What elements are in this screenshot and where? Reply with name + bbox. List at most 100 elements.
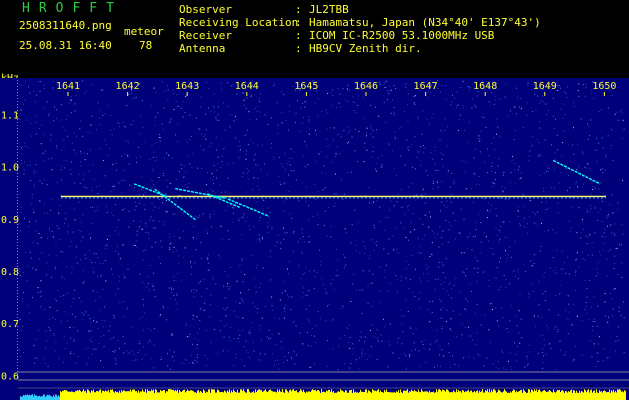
- noise-dot: [200, 106, 202, 108]
- noise-dot: [147, 342, 149, 344]
- level-bar: [352, 392, 353, 400]
- axis-dot: [17, 284, 18, 285]
- noise-dot: [313, 363, 315, 365]
- noise-dot: [508, 331, 510, 333]
- noise-dot: [544, 300, 546, 302]
- noise-dot: [65, 218, 67, 220]
- level-bar: [156, 389, 157, 400]
- noise-dot: [230, 114, 231, 116]
- noise-dot: [136, 246, 138, 248]
- noise-dot: [581, 151, 583, 153]
- level-bar: [125, 391, 126, 400]
- noise-dot: [349, 367, 351, 369]
- noise-dot: [168, 287, 170, 289]
- noise-dot: [294, 363, 296, 365]
- noise-dot: [144, 249, 146, 251]
- noise-dot: [84, 159, 86, 161]
- noise-dot: [347, 84, 349, 86]
- level-bar: [198, 390, 199, 400]
- noise-dot: [598, 261, 599, 263]
- noise-dot: [273, 158, 275, 160]
- level-bar: [435, 392, 436, 400]
- noise-dot: [496, 118, 498, 120]
- noise-dot: [451, 172, 453, 174]
- noise-dot: [127, 141, 129, 143]
- level-bar: [254, 392, 255, 400]
- level-bar: [121, 390, 122, 400]
- level-bar: [613, 389, 614, 400]
- noise-dot: [82, 135, 84, 137]
- noise-dot: [402, 331, 404, 333]
- level-bar: [588, 389, 589, 400]
- level-bar: [177, 389, 178, 400]
- level-bar: [257, 390, 258, 400]
- axis-dot: [17, 158, 18, 159]
- noise-dot: [254, 153, 256, 155]
- level-bar: [607, 392, 608, 400]
- noise-dot: [220, 82, 222, 84]
- noise-dot: [70, 337, 72, 339]
- noise-dot: [21, 163, 23, 164]
- level-bar: [124, 390, 125, 400]
- noise-dot: [104, 306, 106, 308]
- noise-dot: [232, 207, 234, 209]
- noise-dot: [610, 293, 612, 294]
- noise-dot: [348, 324, 350, 326]
- level-bar: [319, 391, 320, 400]
- level-bar: [104, 391, 105, 400]
- noise-dot: [540, 245, 542, 247]
- noise-dot: [455, 277, 457, 279]
- noise-dot: [441, 328, 443, 330]
- noise-dot: [405, 299, 407, 301]
- noise-dot: [344, 256, 346, 258]
- noise-dot: [448, 283, 450, 285]
- level-bar: [431, 392, 432, 400]
- noise-dot: [182, 116, 184, 118]
- noise-dot: [604, 242, 606, 244]
- level-bar: [301, 390, 302, 400]
- noise-dot: [465, 309, 467, 311]
- noise-dot: [33, 172, 35, 174]
- noise-dot: [439, 138, 441, 140]
- level-bar: [444, 390, 445, 400]
- level-bar: [86, 392, 87, 400]
- noise-dot: [114, 230, 116, 232]
- noise-dot: [450, 104, 452, 106]
- noise-dot: [189, 333, 191, 335]
- noise-dot: [290, 308, 292, 310]
- level-bar: [54, 396, 55, 400]
- noise-dot: [235, 315, 237, 317]
- noise-dot: [273, 156, 275, 158]
- noise-dot: [333, 127, 335, 129]
- noise-dot: [33, 170, 35, 172]
- level-bar: [600, 391, 601, 400]
- noise-dot: [158, 137, 160, 138]
- noise-dot: [64, 222, 66, 224]
- noise-dot: [454, 219, 456, 221]
- axis-dot: [17, 296, 18, 297]
- noise-dot: [37, 243, 39, 245]
- level-bar: [138, 390, 139, 400]
- noise-dot: [552, 229, 554, 231]
- level-bar: [268, 390, 269, 400]
- noise-dot: [429, 256, 431, 258]
- noise-dot: [268, 225, 270, 227]
- noise-dot: [143, 346, 144, 348]
- noise-dot: [562, 117, 564, 119]
- noise-dot: [142, 316, 144, 318]
- noise-dot: [20, 147, 22, 148]
- level-bar: [497, 391, 498, 400]
- noise-dot: [87, 357, 89, 359]
- noise-dot: [455, 238, 457, 240]
- noise-dot: [218, 202, 220, 204]
- noise-dot: [559, 284, 561, 286]
- noise-dot: [589, 135, 591, 137]
- noise-dot: [421, 194, 423, 196]
- noise-dot: [546, 114, 548, 115]
- level-bar: [567, 392, 568, 400]
- noise-dot: [249, 229, 251, 231]
- noise-dot: [610, 232, 612, 234]
- noise-dot: [256, 267, 258, 269]
- noise-dot: [567, 256, 569, 258]
- noise-dot: [555, 295, 557, 297]
